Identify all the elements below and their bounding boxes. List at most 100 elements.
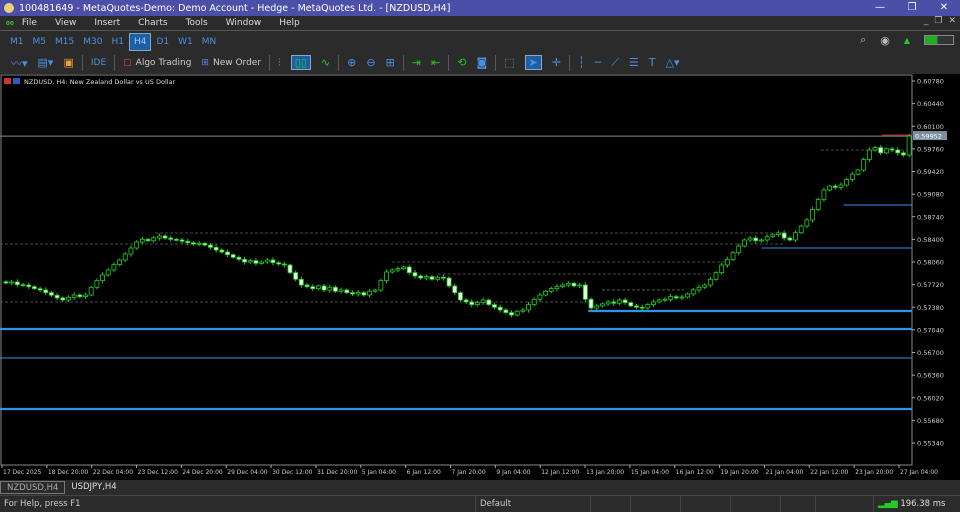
chart-menu-icon[interactable]: ₀₀ <box>6 18 14 28</box>
price-tick-label: 0.59420 <box>917 168 944 176</box>
tf-h4[interactable]: H4 <box>128 32 152 51</box>
menu-help[interactable]: Help <box>279 18 300 28</box>
bear-candle <box>60 297 66 301</box>
level-icon[interactable]: ▲ <box>904 36 910 45</box>
bull-candle <box>423 276 429 279</box>
price-chart[interactable]: 0.60780 0.60440 0.60100 0.59760 0.59420 0.590… <box>0 74 960 480</box>
candlestick-icon[interactable]: ▯▯ <box>290 55 311 70</box>
bull-candle <box>384 271 389 282</box>
ide-button[interactable]: IDE <box>91 58 106 68</box>
menu-window[interactable]: Window <box>226 18 262 28</box>
horizontal-line-icon[interactable]: ─ <box>595 56 602 69</box>
autoscroll-icon[interactable]: ⇥ <box>412 56 421 69</box>
bull-candle <box>560 284 566 288</box>
bull-candle <box>315 285 321 290</box>
app-logo-icon <box>4 3 14 13</box>
bear-candle <box>673 296 679 299</box>
tf-w1[interactable]: W1 <box>174 34 197 50</box>
menu-view[interactable]: View <box>55 18 76 28</box>
account-icon[interactable]: ◉ <box>880 34 890 47</box>
bear-candle <box>32 286 37 290</box>
bull-candle <box>554 286 560 290</box>
bear-candle <box>753 237 759 242</box>
bull-candle <box>759 239 764 242</box>
crosshair-icon[interactable]: ✛ <box>552 56 561 69</box>
tab-nzdusd[interactable]: NZDUSD,H4 <box>0 480 66 494</box>
zoom-out-icon[interactable]: ⊖ <box>366 56 375 69</box>
menu-insert[interactable]: Insert <box>94 18 120 28</box>
tile-windows-icon[interactable]: ⊞ <box>386 56 395 69</box>
bull-candle <box>764 236 770 241</box>
child-close-icon[interactable]: ✕ <box>948 16 956 26</box>
market-icon[interactable]: ▣ <box>63 56 73 69</box>
connection-status[interactable]: ▂▄▆ 196.38 ms <box>873 496 945 512</box>
select-area-icon[interactable]: ⬚ <box>504 56 514 69</box>
time-tick-label: 21 Jan 04:00 <box>765 469 803 476</box>
vertical-line-icon[interactable]: ┆ <box>578 56 585 69</box>
bull-candle <box>690 289 696 295</box>
screenshot-icon[interactable]: ◙ <box>476 56 487 69</box>
bull-candle <box>355 292 361 295</box>
bear-candle <box>77 294 83 298</box>
text-icon[interactable]: T <box>649 56 656 69</box>
menu-tools[interactable]: Tools <box>186 18 208 28</box>
bull-candle <box>707 278 713 286</box>
bull-candle <box>821 189 827 200</box>
bull-candle <box>730 252 736 260</box>
bear-candle <box>168 237 174 240</box>
tab-usdjpy[interactable]: USDJPY,H4 <box>65 481 122 494</box>
chart-canvas[interactable]: 0.60780 0.60440 0.60100 0.59760 0.59420 0.590… <box>0 74 960 480</box>
bull-candle <box>537 294 543 300</box>
bear-candle <box>202 242 208 246</box>
cursor-icon[interactable]: ➤ <box>524 55 542 70</box>
tf-m1[interactable]: M1 <box>6 34 28 50</box>
tf-m5[interactable]: M5 <box>29 34 51 50</box>
restore-button[interactable]: ❐ <box>896 0 928 16</box>
bear-candle <box>492 304 497 308</box>
templates-icon[interactable]: ▤▾ <box>38 56 54 69</box>
time-tick-label: 30 Dec 12:00 <box>272 469 313 476</box>
tf-mn[interactable]: MN <box>198 34 221 50</box>
menu-bar: ₀₀ File View Insert Charts Tools Window … <box>0 16 960 31</box>
indicators-icon[interactable]: 〰▾ <box>11 55 28 71</box>
trendline-icon[interactable]: ⟋ <box>611 56 619 70</box>
bull-candle <box>617 299 622 304</box>
bull-candle <box>776 232 781 236</box>
search-icon[interactable]: ⌕ <box>860 33 866 47</box>
chart-symbol-label: NZDUSD, H4: New Zealand Dollar vs US Dol… <box>24 78 176 86</box>
price-tick-label: 0.60100 <box>917 123 944 131</box>
tf-d1[interactable]: D1 <box>152 34 173 50</box>
indicator-list-icon[interactable]: ⟲ <box>457 56 466 69</box>
child-restore-icon[interactable]: ❐ <box>934 16 942 26</box>
menu-file[interactable]: File <box>22 18 37 28</box>
bear-candle <box>582 284 588 300</box>
close-button[interactable]: ✕ <box>928 0 960 16</box>
bull-candle <box>884 148 889 154</box>
zoom-in-icon[interactable]: ⊕ <box>347 56 356 69</box>
window-title: 100481649 - MetaQuotes-Demo: Demo Accoun… <box>19 2 451 14</box>
bull-candle <box>844 179 850 186</box>
shapes-icon[interactable]: △▾ <box>666 56 680 69</box>
bull-candle <box>679 296 685 299</box>
algo-trading-button[interactable]: ▢ Algo Trading <box>123 58 191 68</box>
bear-candle <box>287 264 293 274</box>
bull-candle <box>702 284 708 288</box>
tf-m30[interactable]: M30 <box>79 34 106 50</box>
child-minimize-icon[interactable]: _ <box>924 16 929 26</box>
bull-candle <box>389 269 395 273</box>
chart-shift-icon[interactable]: ⇤ <box>431 56 440 69</box>
bull-candle <box>83 294 88 298</box>
minimize-button[interactable]: — <box>864 0 896 16</box>
bear-candle <box>191 242 196 245</box>
price-tick-label: 0.60780 <box>917 78 944 86</box>
fibo-icon[interactable]: ☰ <box>629 56 639 69</box>
time-tick-label: 15 Jan 04:00 <box>631 469 669 476</box>
tf-h1[interactable]: H1 <box>107 34 128 50</box>
bar-chart-icon[interactable]: ⫶ <box>278 56 281 70</box>
line-chart-icon[interactable]: ∿ <box>321 56 330 69</box>
time-tick-label: 16 Jan 12:00 <box>676 469 714 476</box>
bull-candle <box>577 284 583 287</box>
tf-m15[interactable]: M15 <box>51 34 78 50</box>
menu-charts[interactable]: Charts <box>138 18 167 28</box>
new-order-button[interactable]: ⊞ New Order <box>201 58 261 68</box>
